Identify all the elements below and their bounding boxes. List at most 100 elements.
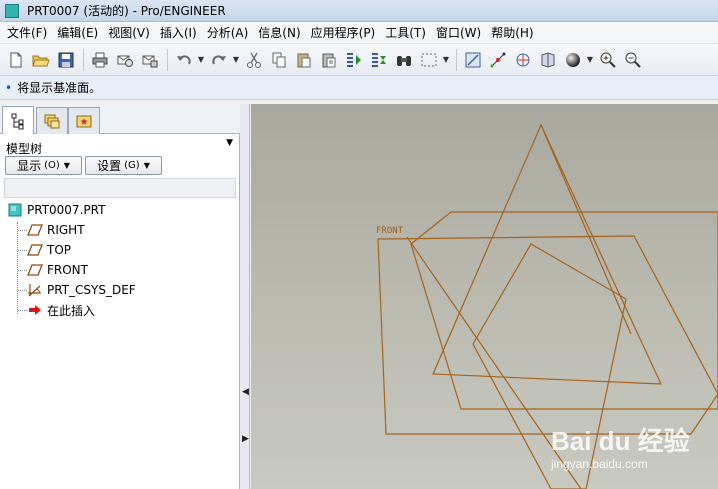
saved-views-icon[interactable] [536,48,560,72]
datum-plane-icon [27,243,43,257]
tree-connector [18,270,27,271]
navigator-panel: ▼ 模型树 显示 (O) ▼ 设置 (G) ▼ PRT0007.PRT RIGH… [0,104,240,489]
select-dropdown-chevron-down-icon[interactable]: ▼ [442,48,450,72]
menu-bar: 文件(F) 编辑(E) 视图(V) 插入(I) 分析(A) 信息(N) 应用程序… [0,22,718,44]
save-icon[interactable] [54,48,78,72]
tree-item-insert-here[interactable]: 在此插入 [27,301,95,319]
graphics-window[interactable]: FRONT Bai du 经验 jingyan.baidu.com [251,104,718,489]
copy-icon[interactable] [267,48,291,72]
app-icon [5,3,19,18]
tree-connector [18,310,27,311]
front-datum-plane [377,235,718,435]
right-datum-plane [432,123,662,385]
panel-menu-chevron-down-icon[interactable]: ▼ [226,138,233,148]
undo-icon[interactable] [172,48,196,72]
tree-item-right[interactable]: RIGHT [27,221,85,239]
menu-edit[interactable]: 编辑(E) [52,23,103,43]
tree-connector [17,222,18,314]
settings-button[interactable]: 设置 (G) ▼ [85,156,162,175]
folder-browser-icon [44,114,60,129]
window-title: PRT0007 (活动的) - Pro/ENGINEER [27,4,226,18]
chevron-down-icon: ▼ [143,161,150,170]
front-datum-label: FRONT [376,226,404,236]
expand-right-arrow-icon[interactable]: ▶ [242,434,249,444]
settings-button-label: 设置 [97,159,122,173]
toolbar-separator [83,48,84,71]
message-area: • 将显示基准面。 [0,76,718,100]
tree-connector [18,250,27,251]
redo-icon[interactable] [207,48,231,72]
panel-splitter[interactable]: ◀ ▶ [240,104,250,489]
shading-dropdown-chevron-down-icon[interactable]: ▼ [586,48,594,72]
menu-window[interactable]: 窗口(W) [431,23,486,43]
main-toolbar: ▼ ▼ ▼ ▼ [0,44,718,76]
tree-item-label: PRT_CSYS_DEF [47,283,136,297]
insert-arrow-icon [27,303,43,317]
zoom-out-icon[interactable] [621,48,645,72]
menu-analysis[interactable]: 分析(A) [202,23,254,43]
tree-item-label: FRONT [47,263,88,277]
tab-model-tree[interactable] [2,106,34,134]
menu-info[interactable]: 信息(N) [253,23,305,43]
select-box-icon[interactable] [417,48,441,72]
print-icon[interactable] [88,48,112,72]
watermark-url: jingyan.baidu.com [551,457,648,471]
chevron-down-icon: ▼ [63,161,70,170]
show-button-label: 显示 [17,159,42,173]
menu-help[interactable]: 帮助(H) [486,23,538,43]
watermark-logo: Bai du 经验 [551,426,690,456]
tab-folder-browser[interactable] [36,107,68,134]
tab-favorites[interactable] [68,107,100,134]
redo-dropdown-chevron-down-icon[interactable]: ▼ [232,48,240,72]
cut-icon[interactable] [242,48,266,72]
tree-item-label: RIGHT [47,223,85,237]
menu-view[interactable]: 视图(V) [103,23,155,43]
new-file-icon[interactable] [4,48,28,72]
undo-dropdown-chevron-down-icon[interactable]: ▼ [197,48,205,72]
spin-center-icon[interactable] [486,48,510,72]
tree-item-front[interactable]: FRONT [27,261,88,279]
regenerate-manager-icon[interactable] [367,48,391,72]
toolbar-separator [456,48,457,71]
tree-filter-strip[interactable] [4,178,236,198]
tree-item-label: 在此插入 [47,303,96,318]
tree-item-top[interactable]: TOP [27,241,71,259]
toolbar-separator [167,48,168,71]
tree-root-part[interactable]: PRT0007.PRT [7,201,105,219]
tree-connector [18,230,27,231]
favorites-folder-icon [76,115,92,128]
settings-button-shortcut: (G) [124,160,140,171]
part-icon [7,203,23,217]
message-bullet-icon: • [5,80,13,95]
tree-item-csys[interactable]: PRT_CSYS_DEF [27,281,136,299]
title-bar: PRT0007 (活动的) - Pro/ENGINEER [0,0,718,22]
show-button-shortcut: (O) [44,160,60,171]
menu-applications[interactable]: 应用程序(P) [306,23,381,43]
shading-sphere-icon[interactable] [561,48,585,72]
zoom-in-icon[interactable] [596,48,620,72]
paste-icon[interactable] [292,48,316,72]
message-text: 将显示基准面。 [17,81,102,95]
model-tree-icon [11,113,24,129]
orient-mode-icon[interactable] [511,48,535,72]
datum-edge [540,124,632,335]
datum-plane-icon [27,223,43,237]
menu-file[interactable]: 文件(F) [2,23,52,43]
baidu-watermark: Bai du 经验 jingyan.baidu.com [551,417,718,487]
menu-insert[interactable]: 插入(I) [155,23,202,43]
panel-heading: 模型树 [6,142,43,156]
open-folder-icon[interactable] [29,48,53,72]
tree-root-label: PRT0007.PRT [27,203,106,217]
collapse-left-arrow-icon[interactable]: ◀ [242,387,249,397]
paste-special-icon[interactable] [317,48,341,72]
navigator-tabs [0,104,240,134]
email-attach-icon[interactable] [138,48,162,72]
repaint-icon[interactable] [461,48,485,72]
email-icon[interactable] [113,48,137,72]
menu-tools[interactable]: 工具(T) [380,23,431,43]
tree-item-label: TOP [47,243,72,257]
find-binoculars-icon[interactable] [392,48,416,72]
regenerate-icon[interactable] [342,48,366,72]
coordinate-system-icon [27,283,43,297]
show-button[interactable]: 显示 (O) ▼ [5,156,82,175]
